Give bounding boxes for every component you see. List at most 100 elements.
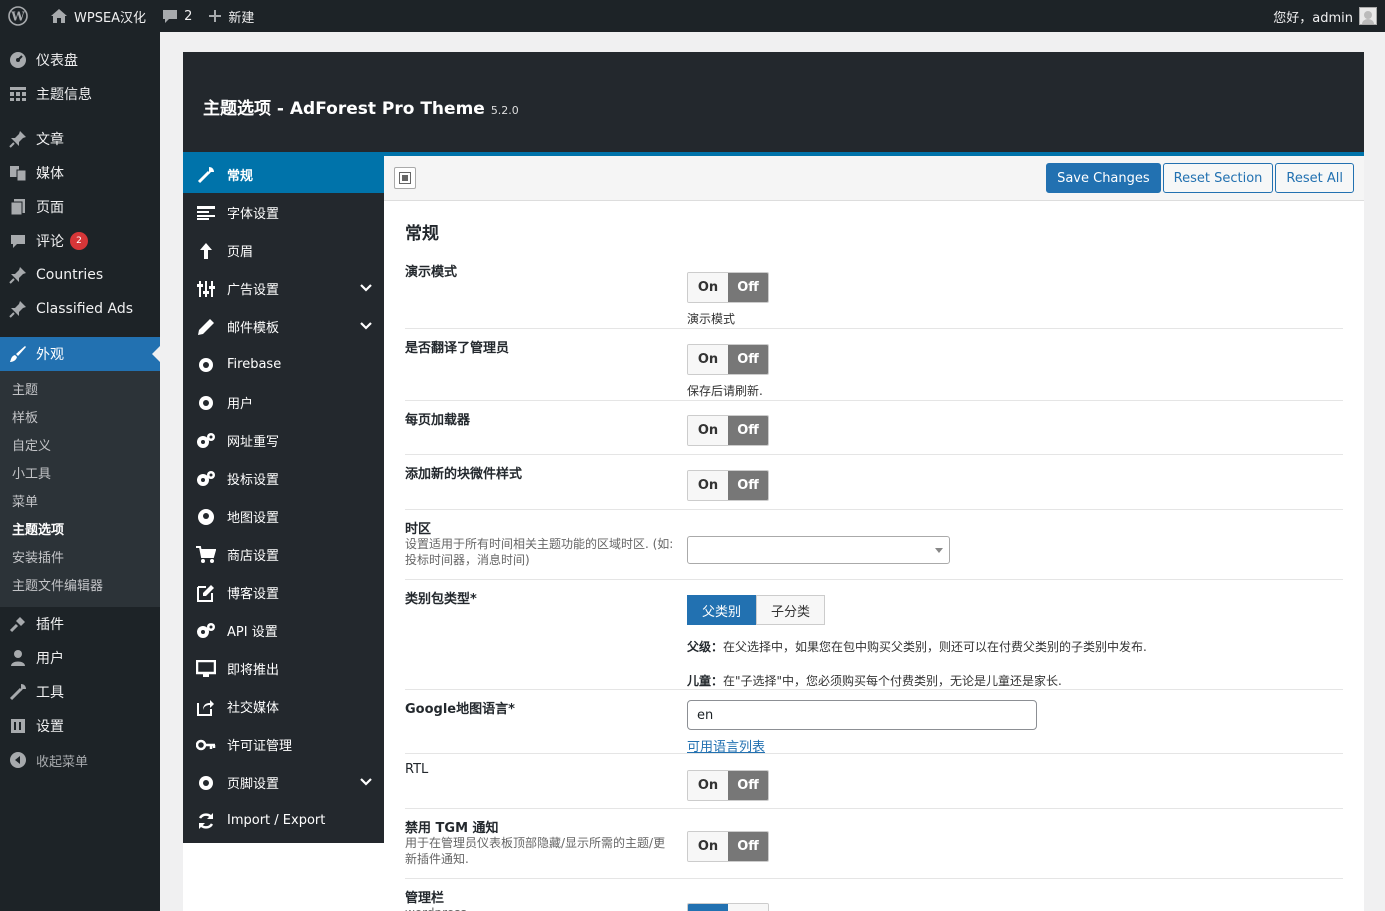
options-nav-item[interactable]: Import / Export: [183, 802, 384, 840]
menu-item-media[interactable]: 媒体: [0, 156, 160, 190]
switch-off[interactable]: Off: [728, 273, 768, 302]
options-nav-item[interactable]: 页眉: [183, 232, 384, 270]
switch-on[interactable]: On: [688, 416, 728, 445]
field-label-category-package: 类别包类型*: [405, 592, 477, 607]
wordpress-logo-button[interactable]: W: [0, 0, 42, 32]
reset-section-button[interactable]: Reset Section: [1162, 163, 1274, 193]
menu-item-tools[interactable]: 工具: [0, 675, 160, 709]
options-nav-item[interactable]: 社交媒体: [183, 688, 384, 726]
gears-icon: [195, 620, 217, 642]
google-map-language-input[interactable]: en: [687, 700, 1037, 730]
switch-off[interactable]: Off: [728, 471, 768, 500]
menu-label-settings: 设置: [36, 719, 64, 735]
paintbrush-icon: [8, 344, 28, 364]
submenu-item-widgets[interactable]: 小工具: [0, 461, 160, 489]
switch-on[interactable]: On: [688, 771, 728, 800]
language-list-link[interactable]: 可用语言列表: [687, 740, 765, 755]
options-main: Save Changes Reset Section Reset All 常规 …: [384, 156, 1364, 911]
switch-on[interactable]: On: [688, 273, 728, 302]
options-nav-item[interactable]: 即将推出: [183, 650, 384, 688]
menu-item-users[interactable]: 用户: [0, 641, 160, 675]
options-nav-label: 网址重写: [227, 435, 280, 450]
admin-bar: W WPSEA汉化 2 新建 您好，admin: [0, 0, 1385, 32]
options-nav-item[interactable]: 字体设置: [183, 194, 384, 232]
rtl-switch[interactable]: On Off: [687, 770, 769, 801]
options-nav-item[interactable]: 商店设置: [183, 536, 384, 574]
menu-item-plugins[interactable]: 插件: [0, 607, 160, 641]
options-nav-item[interactable]: 投标设置: [183, 460, 384, 498]
switch-off[interactable]: Off: [728, 904, 768, 911]
switch-off[interactable]: Off: [728, 771, 768, 800]
field-page-loader: 每页加载器 On Off: [405, 401, 1343, 455]
menu-item-settings[interactable]: 设置: [0, 709, 160, 743]
submenu-item-install-plugins[interactable]: 安装插件: [0, 545, 160, 573]
disable-tgm-switch[interactable]: On Off: [687, 831, 769, 862]
option-parent-category[interactable]: 父类别: [687, 595, 757, 625]
options-header: 主题选项 - AdForest Pro Theme 5.2.0: [183, 52, 1364, 156]
options-nav-item[interactable]: API 设置: [183, 612, 384, 650]
submenu-item-customize[interactable]: 自定义: [0, 433, 160, 461]
options-nav-item[interactable]: 地图设置: [183, 498, 384, 536]
options-nav-item[interactable]: 广告设置: [183, 270, 384, 308]
options-nav-item[interactable]: 页脚设置: [183, 764, 384, 802]
switch-off[interactable]: Off: [728, 832, 768, 861]
menu-label-theme-info: 主题信息: [36, 87, 92, 103]
chevron-down-icon[interactable]: [360, 320, 372, 332]
switch-on[interactable]: On: [688, 345, 728, 374]
category-parent-explanation: 父级：在父选择中，如果您在包中购买父类别，则还可以在付费父类别的子类别中发布.: [687, 638, 1147, 655]
timezone-select[interactable]: [687, 536, 950, 564]
field-label-translated-admin: 是否翻译了管理员: [405, 341, 510, 356]
switch-off[interactable]: Off: [728, 416, 768, 445]
menu-item-classified-ads[interactable]: Classified Ads: [0, 292, 160, 326]
comments-link[interactable]: 2: [154, 0, 200, 32]
gears-icon: [195, 468, 217, 490]
media-icon: [8, 163, 28, 183]
translated-admin-switch[interactable]: On Off: [687, 344, 769, 375]
expand-options-button[interactable]: [394, 167, 416, 189]
child-title: 儿童：: [687, 674, 724, 688]
submenu-item-theme-options[interactable]: 主题选项: [0, 517, 160, 545]
page-loader-switch[interactable]: On Off: [687, 415, 769, 446]
menu-item-comments[interactable]: 评论 2: [0, 224, 160, 258]
home-icon: [51, 9, 67, 23]
block-widget-switch[interactable]: On Off: [687, 470, 769, 501]
parent-title: 父级：: [687, 640, 724, 654]
gear-icon: [195, 354, 217, 376]
options-nav-item[interactable]: 许可证管理: [183, 726, 384, 764]
my-account-link[interactable]: 您好，admin: [1265, 0, 1385, 32]
options-nav-item[interactable]: 常规: [183, 156, 384, 194]
menu-item-pages[interactable]: 页面: [0, 190, 160, 224]
admin-bar-switch[interactable]: On Off: [687, 903, 769, 911]
submenu-item-theme-editor[interactable]: 主题文件编辑器: [0, 573, 160, 601]
menu-item-appearance[interactable]: 外观: [0, 337, 160, 371]
field-label-block-widget: 添加新的块微件样式: [405, 467, 523, 482]
switch-on[interactable]: On: [688, 471, 728, 500]
new-content-link[interactable]: 新建: [200, 0, 262, 32]
submenu-item-patterns[interactable]: 样板: [0, 405, 160, 433]
menu-item-countries[interactable]: Countries: [0, 258, 160, 292]
menu-item-posts[interactable]: 文章: [0, 122, 160, 156]
submenu-item-menus[interactable]: 菜单: [0, 489, 160, 517]
options-nav-item[interactable]: Firebase: [183, 346, 384, 384]
save-changes-button[interactable]: Save Changes: [1046, 163, 1161, 193]
menu-item-dashboard[interactable]: 仪表盘: [0, 43, 160, 77]
options-nav-item[interactable]: 用户: [183, 384, 384, 422]
field-label-rtl: RTL: [405, 762, 429, 777]
wordpress-logo-icon: W: [8, 6, 28, 26]
options-nav-item[interactable]: 网址重写: [183, 422, 384, 460]
chevron-down-icon[interactable]: [360, 776, 372, 788]
switch-off[interactable]: Off: [728, 345, 768, 374]
switch-on[interactable]: On: [688, 832, 728, 861]
site-name-link[interactable]: WPSEA汉化: [42, 0, 154, 32]
chevron-down-icon[interactable]: [360, 282, 372, 294]
collapse-menu-button[interactable]: 收起菜单: [0, 743, 160, 777]
reset-all-button[interactable]: Reset All: [1275, 163, 1354, 193]
field-block-widget: 添加新的块微件样式 On Off: [405, 455, 1343, 510]
switch-on[interactable]: On: [688, 904, 728, 911]
options-nav-item[interactable]: 邮件模板: [183, 308, 384, 346]
option-child-category[interactable]: 子分类: [756, 595, 826, 625]
menu-item-theme-info[interactable]: 主题信息: [0, 77, 160, 111]
demo-mode-switch[interactable]: On Off: [687, 272, 769, 303]
options-nav-item[interactable]: 博客设置: [183, 574, 384, 612]
submenu-item-themes[interactable]: 主题: [0, 377, 160, 405]
